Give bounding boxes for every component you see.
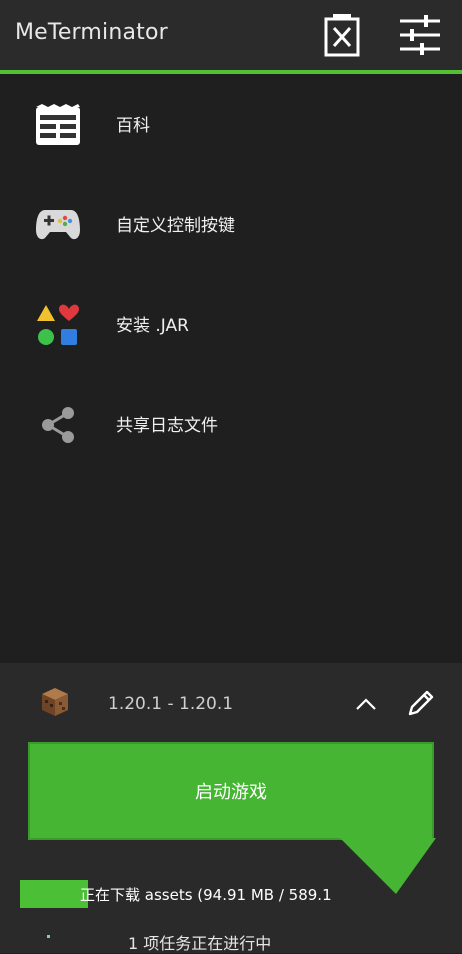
version-label: 1.20.1 - 1.20.1 xyxy=(108,694,234,714)
menu-item-label: 共享日志文件 xyxy=(116,416,218,436)
edit-profile-button[interactable] xyxy=(404,686,438,720)
download-progress: 正在下载 assets (94.91 MB / 589.1 xyxy=(0,878,462,910)
menu-item-custom-controls[interactable]: 自定义控制按键 xyxy=(0,189,462,259)
menu-item-share-logs[interactable]: 共享日志文件 xyxy=(0,389,462,459)
sliders-settings-icon xyxy=(400,15,440,55)
menu-item-label: 安装 .JAR xyxy=(116,316,189,336)
pencil-icon xyxy=(408,690,434,716)
play-button[interactable]: 启动游戏 xyxy=(28,742,434,840)
menu-item-label: 自定义控制按键 xyxy=(116,216,235,236)
share-icon xyxy=(34,401,82,449)
menu-item-label: 百科 xyxy=(116,116,150,136)
version-selector[interactable]: 1.20.1 - 1.20.1 xyxy=(0,674,462,734)
wiki-newspaper-icon xyxy=(34,101,82,149)
delete-x-icon xyxy=(324,14,360,57)
settings-button[interactable] xyxy=(398,12,442,58)
progress-text: 正在下载 assets (94.91 MB / 589.1 xyxy=(80,886,332,904)
app-title: MeTerminator xyxy=(15,20,168,45)
top-app-bar: MeTerminator xyxy=(0,0,462,70)
expand-versions-button[interactable] xyxy=(352,690,380,718)
task-status-text: 1 项任务正在进行中 xyxy=(128,934,272,953)
gamepad-icon xyxy=(34,201,82,249)
menu-item-wiki[interactable]: 百科 xyxy=(0,89,462,159)
crafting-block-icon xyxy=(42,688,68,716)
install-shapes-icon xyxy=(34,301,82,349)
delete-button[interactable] xyxy=(320,12,364,58)
task-indicator-dot xyxy=(47,935,50,938)
menu-item-install-jar[interactable]: 安装 .JAR xyxy=(0,289,462,359)
header-divider xyxy=(0,70,462,74)
progress-bar-fill xyxy=(20,880,88,908)
chevron-up-icon xyxy=(356,698,376,710)
